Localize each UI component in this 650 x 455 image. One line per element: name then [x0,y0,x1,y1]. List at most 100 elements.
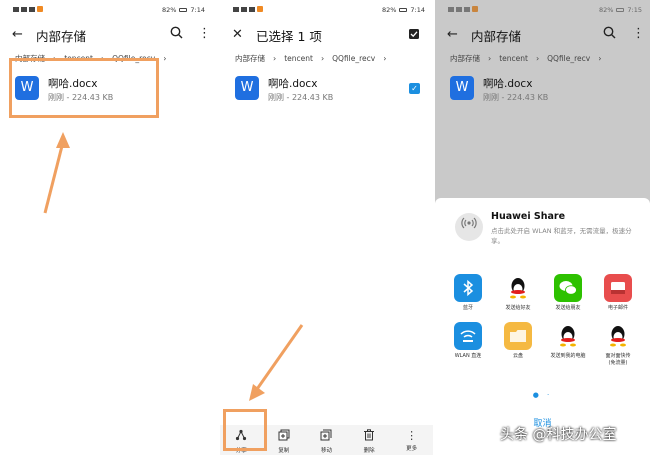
breadcrumb-item[interactable]: 内部存储 [450,53,480,64]
share-target-wlan-direct[interactable]: WLAN 直连 [443,322,493,367]
delete-button[interactable]: 删除 [351,425,387,455]
screen-selection-mode: 82% 7:14 ✕ 已选择 1 项 内部存储 › tencent › QQfile_… [220,0,433,455]
watermark: 头条 @科技办公室 [500,427,617,443]
battery-icon [616,8,625,12]
back-arrow-icon[interactable]: ← [447,27,458,42]
chevron-right-icon: › [273,54,277,63]
status-bar: 82% 7:14 [0,6,213,18]
more-vert-icon[interactable]: ⋮ [198,26,211,41]
signal-icon [456,6,462,12]
qq-icon [504,274,532,302]
share-app-grid: 蓝牙 发送给好友 发送给朋友 电子邮件 WLAN 直连 云盘 发送到我的电脑 面… [443,274,643,367]
chevron-right-icon: › [320,54,325,63]
email-icon [604,274,632,302]
clock: 7:14 [190,6,205,14]
app-notification-icon [257,6,263,12]
search-icon[interactable] [603,26,616,43]
copy-label: 复制 [278,448,290,454]
huawei-share-icon[interactable] [455,213,483,241]
file-list-item[interactable]: W 啊哈.docx 刚刚 - 224.43 KB [450,74,640,108]
chevron-right-icon: › [535,54,540,63]
chevron-right-icon: › [488,54,492,63]
clock: 7:14 [410,6,425,14]
cloud-drive-icon [504,322,532,350]
checkbox-checked[interactable]: ✓ [409,83,420,94]
share-target-label: 发送到我的电脑 [550,353,586,359]
qq-icon [554,322,582,350]
close-icon[interactable]: ✕ [232,27,243,42]
battery-percent: 82% [381,6,397,14]
share-target-bluetooth[interactable]: 蓝牙 [443,274,493,312]
share-target-wechat[interactable]: 发送给朋友 [543,274,593,312]
share-target-email[interactable]: 电子邮件 [593,274,643,312]
status-bar: 82% 7:15 [435,6,650,18]
file-name: 啊哈.docx [483,78,533,90]
file-meta: 刚刚 - 224.43 KB [483,93,549,102]
breadcrumb-item[interactable]: QQfile_recv [547,54,590,63]
page-title: 内部存储 [36,29,87,44]
app-notification-icon [37,6,43,12]
breadcrumb: 内部存储 › tencent › QQfile_recv › [450,53,601,64]
breadcrumb-item[interactable]: tencent [499,54,528,63]
copy-icon [266,429,302,444]
more-button[interactable]: ⋮ 更多 [394,425,430,455]
huawei-share-description[interactable]: 点击此处开启 WLAN 和蓝牙，无需流量，极速分享。 [491,226,641,246]
breadcrumb: 内部存储 › tencent › QQfile_recv › [235,53,386,64]
battery-icon [399,8,408,12]
screen-share-sheet: 82% 7:15 ← 内部存储 ⋮ 内部存储 › tencent › QQfile_r… [435,0,650,455]
wechat-icon [554,274,582,302]
share-target-label: 面对面快传 (免流量) [605,353,631,366]
huawei-share-title[interactable]: Huawei Share [491,211,565,222]
chevron-right-icon: › [163,54,167,63]
selection-title: 已选择 1 项 [256,29,322,44]
share-target-label: 蓝牙 [462,305,473,311]
highlight-box [9,58,159,118]
page-indicator: ● · [532,391,553,399]
share-target-qq-friend[interactable]: 发送给好友 [493,274,543,312]
signal-icon [241,6,247,12]
more-icon: ⋮ [406,429,418,442]
file-list-item[interactable]: W 啊哈.docx 刚刚 - 224.43 KB ✓ [235,74,425,108]
select-all-icon[interactable] [408,28,420,44]
toolbar: ← 内部存储 ⋮ [435,20,650,50]
chevron-right-icon: › [383,54,387,63]
signal-icon [13,6,19,12]
app-notification-icon [472,6,478,12]
move-icon [308,429,344,444]
bluetooth-icon [454,274,482,302]
word-doc-icon: W [450,76,474,100]
move-button[interactable]: 移动 [308,425,344,455]
share-sheet: Huawei Share 点击此处开启 WLAN 和蓝牙，无需流量，极速分享。 … [435,198,650,455]
share-target-qq-face-to-face[interactable]: 面对面快传 (免流量) [593,322,643,367]
signal-icon [21,6,27,12]
qq-icon [604,322,632,350]
clock: 7:15 [627,6,642,14]
breadcrumb-item[interactable]: QQfile_recv [332,54,375,63]
battery-percent: 82% [161,6,177,14]
more-vert-icon[interactable]: ⋮ [632,26,645,41]
screen-file-browser: 82% 7:14 ← 内部存储 ⋮ 内部存储 › tencent › QQfile_r… [0,0,213,455]
signal-icon [233,6,239,12]
share-target-qq-computer[interactable]: 发送到我的电脑 [543,322,593,367]
share-target-label: 电子邮件 [607,305,628,311]
file-name: 啊哈.docx [268,78,318,90]
wlan-direct-icon [454,322,482,350]
share-target-label: WLAN 直连 [454,353,482,359]
toolbar: ✕ 已选择 1 项 [220,20,433,50]
highlight-box [223,409,267,451]
wifi-icon [29,6,35,12]
search-icon[interactable] [170,26,183,43]
share-target-cloud-drive[interactable]: 云盘 [493,322,543,367]
breadcrumb-item[interactable]: 内部存储 [235,53,265,64]
back-arrow-icon[interactable]: ← [12,27,23,42]
more-label: 更多 [406,446,418,452]
breadcrumb-item[interactable]: tencent [284,54,313,63]
share-target-label: 发送给好友 [505,305,531,311]
file-meta: 刚刚 - 224.43 KB [268,93,334,102]
wifi-icon [249,6,255,12]
wifi-icon [464,6,470,12]
status-bar: 82% 7:14 [220,6,433,18]
page-title: 内部存储 [471,29,522,44]
copy-button[interactable]: 复制 [266,425,302,455]
share-target-label: 云盘 [512,353,523,359]
